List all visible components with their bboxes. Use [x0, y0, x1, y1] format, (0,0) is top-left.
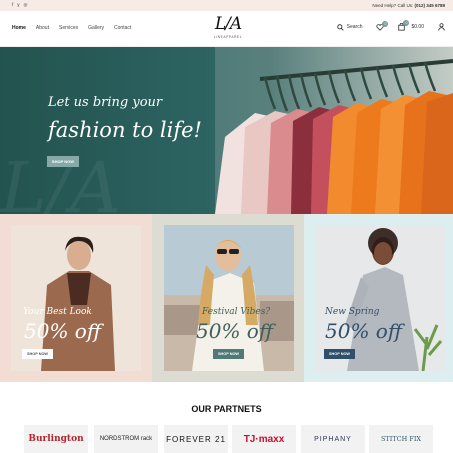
user-icon: [438, 23, 445, 31]
promo-3-shop-button[interactable]: SHOP NOW: [324, 349, 355, 359]
nav-contact[interactable]: Contact: [114, 25, 131, 31]
promo-card-new-spring[interactable]: New Spring 50% off SHOP NOW: [315, 225, 445, 371]
partner-nordstrom-label: NORDSTROM rack: [99, 436, 153, 442]
facebook-icon[interactable]: f: [12, 3, 13, 8]
site-header: Home About Services Gallery Contact L/A …: [0, 11, 453, 47]
hero-shop-button[interactable]: SHOP NOW: [47, 156, 79, 167]
promo-1-shop-button[interactable]: SHOP NOW: [22, 349, 53, 359]
nav-gallery[interactable]: Gallery: [88, 25, 104, 31]
partner-tjmaxx[interactable]: TJ·maxx: [232, 425, 296, 453]
clothing-rack-image: [215, 47, 453, 214]
partner-stitchfix[interactable]: STITCH FIX: [369, 425, 433, 453]
site-logo[interactable]: L/A LINEAPPAREL: [208, 14, 248, 39]
logo-subtitle: LINEAPPAREL: [213, 35, 243, 39]
partner-burlington-label: Burlington: [28, 434, 84, 444]
twitter-icon[interactable]: y: [17, 3, 19, 8]
logo-mark: L/A: [214, 14, 242, 34]
nav-about[interactable]: About: [36, 25, 49, 31]
promo-2-title: Festival Vibes?: [202, 307, 271, 317]
cart-total: $0.00: [411, 24, 424, 30]
wishlist-button[interactable]: 0: [376, 20, 389, 31]
instagram-icon[interactable]: ◎: [24, 3, 28, 8]
hero-tagline: Let us bring your: [48, 95, 163, 110]
partner-forever21[interactable]: FOREVER 21: [164, 425, 228, 453]
header-actions: Search 0 0 $0.00: [336, 20, 445, 31]
nav-home[interactable]: Home: [12, 25, 26, 31]
promo-3-discount: 50% off: [325, 319, 403, 343]
partners-heading: OUR PARTNETS: [191, 404, 262, 414]
promo-1-title: Your Best Look: [23, 307, 92, 317]
promo-3-title: New Spring: [325, 307, 380, 317]
top-bar: f y ◎ Need Help? Call Us: (012) 345 6789: [0, 0, 453, 11]
promo-card-best-look[interactable]: Your Best Look 50% off SHOP NOW: [11, 225, 141, 371]
search-label: Search: [346, 24, 363, 30]
nav-services[interactable]: Services: [59, 25, 78, 31]
hero-headline: fashion to life!: [48, 118, 202, 142]
main-nav: Home About Services Gallery Contact: [12, 25, 131, 31]
partner-piphany[interactable]: PIPHANY: [301, 425, 365, 453]
help-label: Need Help? Call Us:: [372, 3, 414, 8]
search-icon: [336, 23, 344, 31]
help-phone[interactable]: (012) 345 6789: [414, 3, 445, 8]
partner-burlington[interactable]: Burlington: [24, 425, 88, 453]
account-button[interactable]: [438, 23, 445, 31]
partner-forever21-label: FOREVER 21: [166, 434, 226, 444]
social-links: f y ◎: [12, 3, 27, 8]
cart-count: 0: [403, 20, 410, 26]
promo-card-festival[interactable]: Festival Vibes? 50% off SHOP NOW: [164, 225, 294, 371]
search-button[interactable]: Search: [336, 23, 363, 31]
hero-banner: L/A Let us bring your fashion to life! S…: [0, 47, 453, 214]
promo-1-discount: 50% off: [24, 319, 102, 343]
promo-2-shop-button[interactable]: SHOP NOW: [213, 349, 244, 359]
help-contact: Need Help? Call Us: (012) 345 6789: [372, 3, 445, 8]
promo-2-discount: 50% off: [196, 319, 274, 343]
promo-section: Your Best Look 50% off SHOP NOW Festival…: [0, 214, 453, 382]
cart-button[interactable]: 0 $0.00: [398, 20, 424, 31]
wishlist-count: 0: [382, 20, 389, 27]
partner-nordstrom-rack[interactable]: NORDSTROM rack: [94, 425, 158, 453]
partner-tjmaxx-label: TJ·maxx: [243, 433, 285, 445]
partner-piphany-label: PIPHANY: [314, 435, 352, 443]
cart-badge: 0: [398, 20, 410, 31]
partner-stitchfix-label: STITCH FIX: [380, 435, 422, 443]
